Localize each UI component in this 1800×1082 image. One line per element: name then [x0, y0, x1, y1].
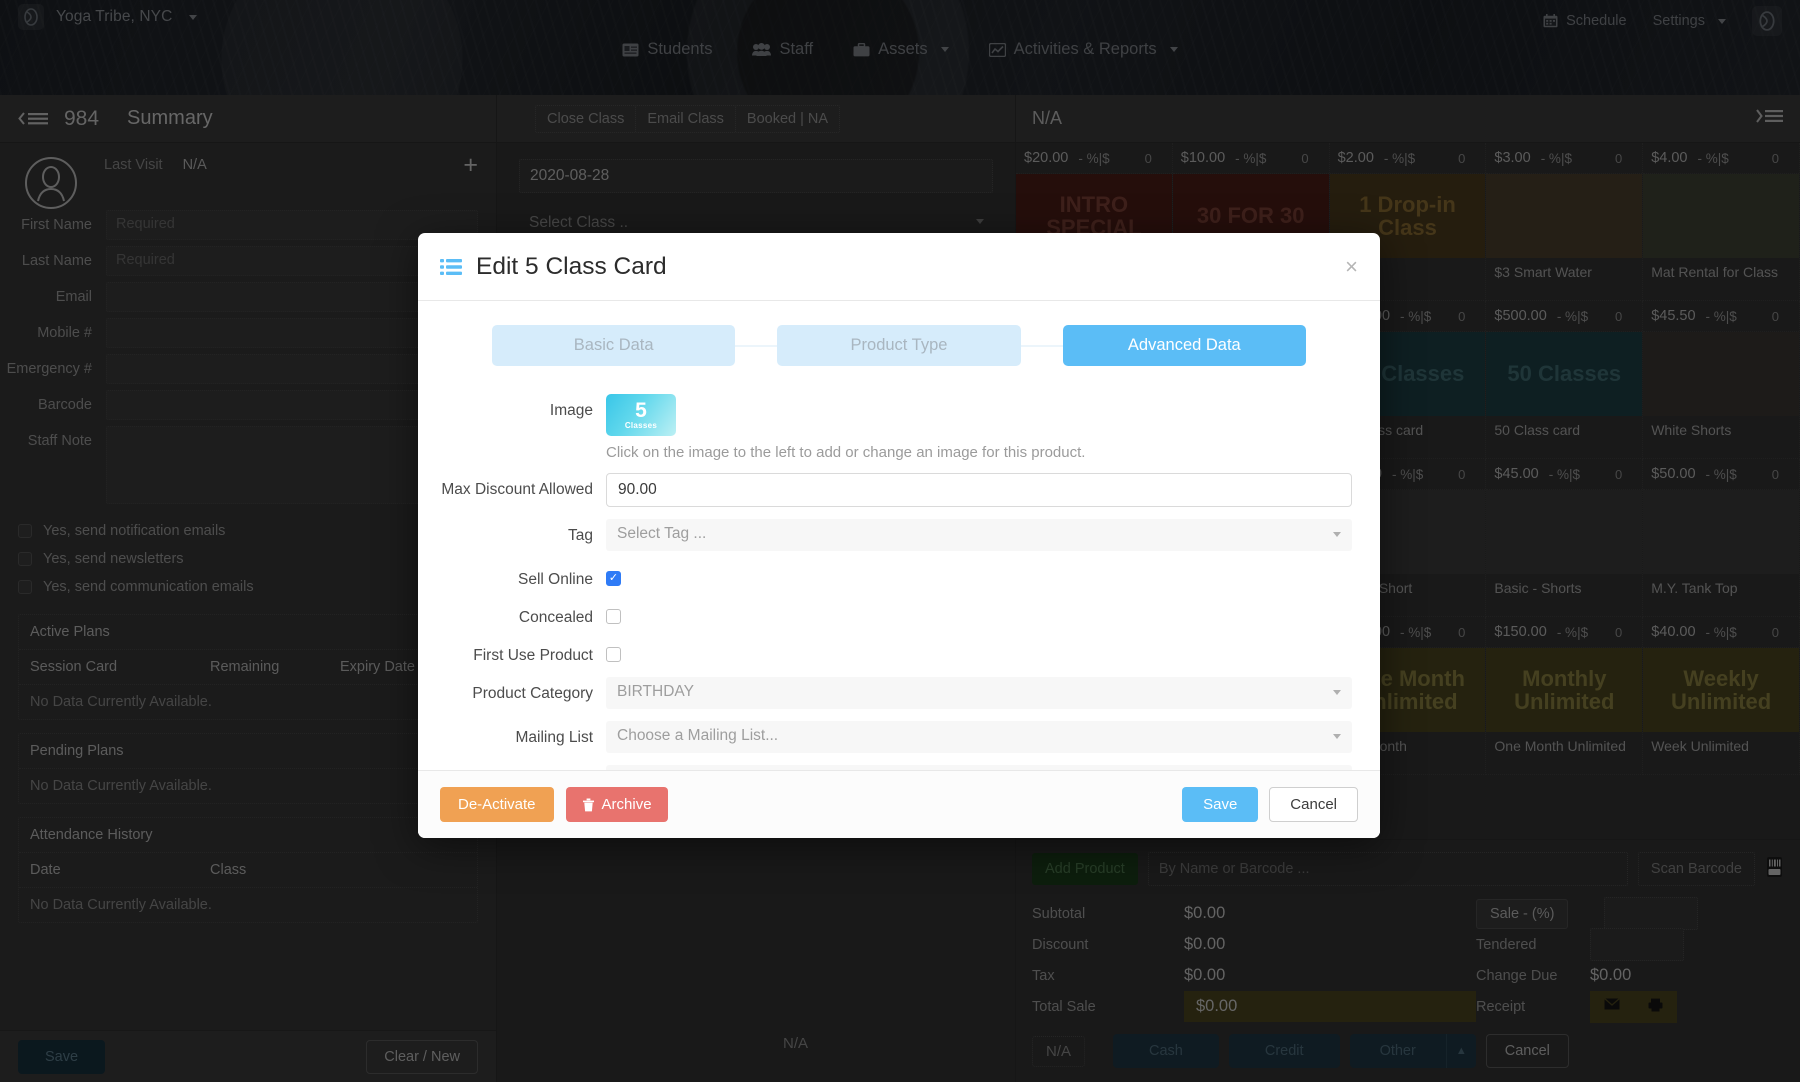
field-max-discount: Max Discount Allowed [418, 467, 1380, 513]
max-discount-input[interactable] [606, 473, 1352, 507]
mailing-list-value: Choose a Mailing List... [617, 727, 779, 744]
wizard-connector [1020, 344, 1063, 347]
product-category-value: BIRTHDAY [617, 683, 694, 700]
modal-footer: De-Activate Archive Save Cancel [418, 770, 1380, 838]
deactivate-button[interactable]: De-Activate [440, 787, 554, 822]
sell-online-checkbox[interactable] [606, 571, 621, 586]
tag-label: Tag [568, 527, 593, 544]
wizard-connector [735, 344, 778, 347]
modal-body: Image 5 Classes Click on the image to th… [418, 374, 1380, 770]
field-first-use-product: First Use Product [418, 633, 1380, 671]
thumbnail-number: 5 [635, 399, 647, 422]
wizard-step-basic-data[interactable]: Basic Data [492, 325, 736, 366]
product-image-thumbnail[interactable]: 5 Classes [606, 394, 676, 436]
wizard-step-advanced-data[interactable]: Advanced Data [1062, 325, 1306, 366]
modal-cancel-button[interactable]: Cancel [1269, 787, 1358, 822]
tag-select[interactable]: Select Tag ... [606, 519, 1352, 551]
first-use-product-label: First Use Product [473, 647, 593, 664]
field-tag: Tag Select Tag ... [418, 513, 1380, 557]
modal-title: Edit 5 Class Card [476, 253, 667, 280]
edit-product-modal: Edit 5 Class Card × Basic Data Product T… [418, 233, 1380, 838]
chevron-down-icon [1333, 734, 1341, 739]
list-ul-icon [440, 258, 462, 276]
field-email-template: Email Template Choose Agreement Email Te… [418, 759, 1380, 770]
wizard-steps: Basic Data Product Type Advanced Data [418, 301, 1380, 374]
field-mailing-list: Mailing List Choose a Mailing List... [418, 715, 1380, 759]
thumbnail-caption: Classes [624, 421, 658, 430]
close-icon[interactable]: × [1345, 256, 1358, 278]
image-label: Image [549, 402, 593, 419]
chevron-down-icon [1333, 532, 1341, 537]
max-discount-label: Max Discount Allowed [441, 481, 593, 498]
wizard-step-product-type[interactable]: Product Type [777, 325, 1021, 366]
trash-icon [582, 798, 595, 812]
image-hint-text: Click on the image to the left to add or… [606, 444, 1086, 461]
modal-title-row: Edit 5 Class Card [440, 253, 667, 281]
field-sell-online: Sell Online [418, 557, 1380, 595]
field-image: Image 5 Classes Click on the image to th… [418, 388, 1380, 467]
first-use-product-checkbox[interactable] [606, 647, 621, 662]
tag-select-value: Select Tag ... [617, 525, 707, 542]
concealed-label: Concealed [518, 609, 593, 626]
mailing-list-label: Mailing List [515, 729, 593, 746]
image-control: 5 Classes Click on the image to the left… [606, 394, 1366, 461]
product-category-label: Product Category [472, 685, 593, 702]
modal-header: Edit 5 Class Card × [418, 233, 1380, 301]
archive-button-label: Archive [601, 796, 652, 813]
field-product-category: Product Category BIRTHDAY [418, 671, 1380, 715]
chevron-down-icon [1333, 690, 1341, 695]
product-category-select[interactable]: BIRTHDAY [606, 677, 1352, 709]
modal-save-button[interactable]: Save [1182, 787, 1259, 822]
field-concealed: Concealed [418, 595, 1380, 633]
mailing-list-select[interactable]: Choose a Mailing List... [606, 721, 1352, 753]
concealed-checkbox[interactable] [606, 609, 621, 624]
sell-online-label: Sell Online [518, 571, 593, 588]
archive-button[interactable]: Archive [565, 787, 668, 822]
